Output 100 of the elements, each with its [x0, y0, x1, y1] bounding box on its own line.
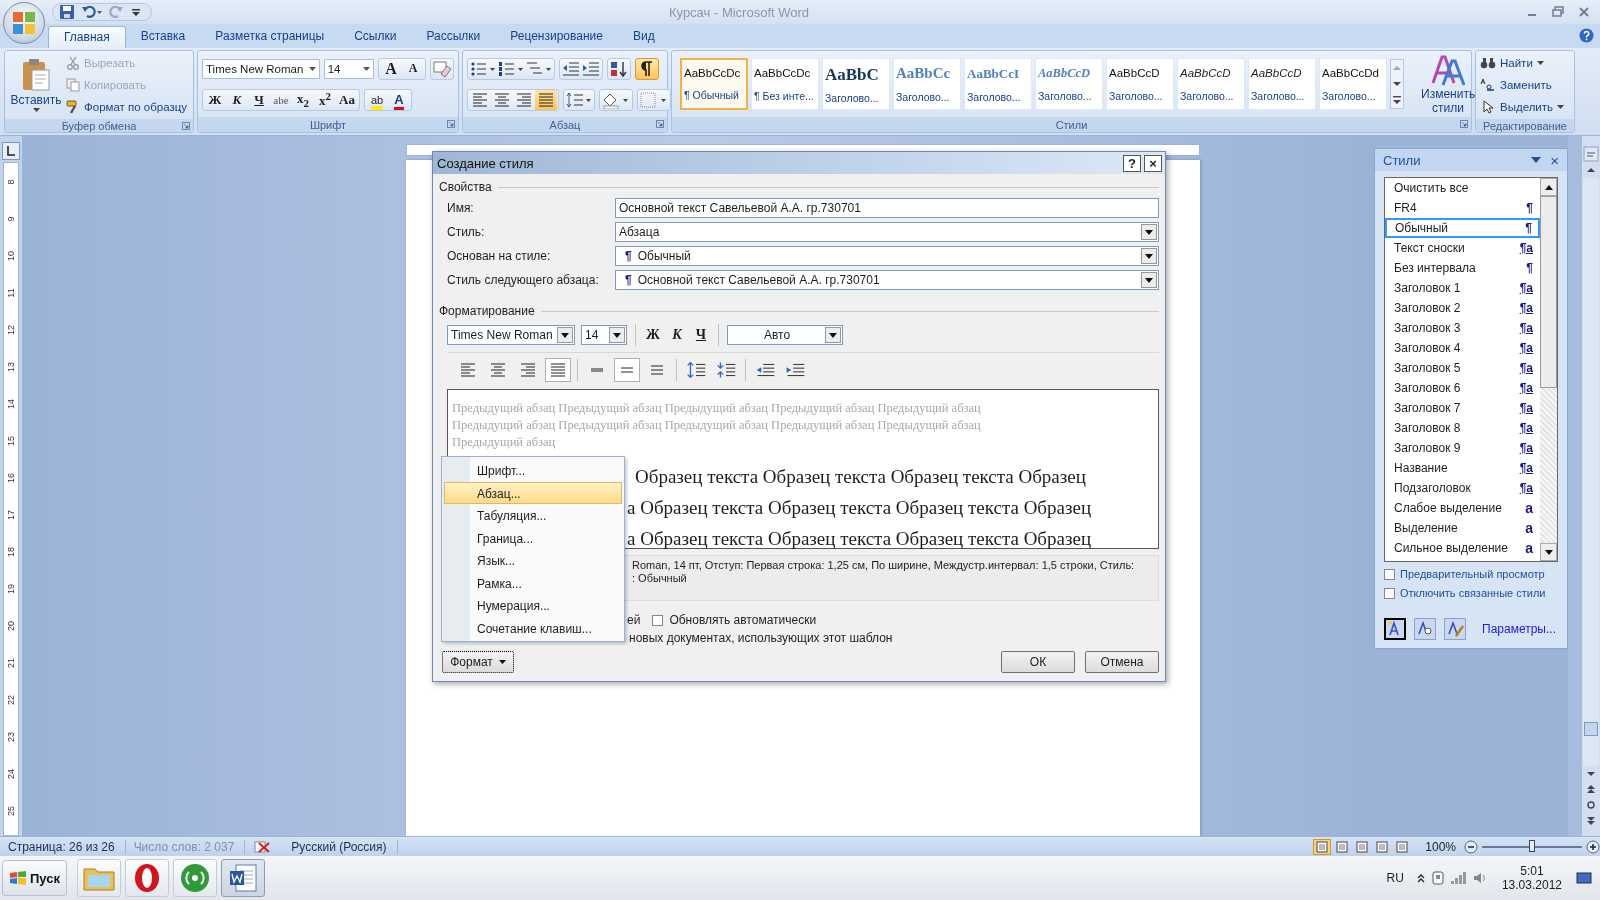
- view-button[interactable]: [1313, 838, 1332, 855]
- ok-button[interactable]: ОК: [1001, 651, 1075, 673]
- menu-item[interactable]: Нумерация...: [444, 594, 622, 617]
- menu-item[interactable]: Шрифт...: [444, 459, 622, 482]
- style-item[interactable]: Текст сноски ¶a: [1385, 238, 1540, 258]
- eraser-icon[interactable]: [432, 59, 452, 78]
- quick-style[interactable]: AaBbCcD Заголово...: [1248, 58, 1316, 110]
- checkbox[interactable]: [1384, 568, 1395, 580]
- format-button[interactable]: x$^{2}$: [314, 89, 336, 110]
- zoom-slider-thumb[interactable]: [1529, 839, 1535, 852]
- new-style-icon[interactable]: [1384, 618, 1406, 640]
- increase-indent-icon[interactable]: [581, 59, 601, 78]
- style-item[interactable]: Без интервала ¶: [1385, 258, 1540, 278]
- close-button[interactable]: ×: [1144, 154, 1162, 172]
- font-name-combo[interactable]: Times New Roman: [202, 58, 320, 79]
- ring-app-button[interactable]: [125, 859, 169, 897]
- format-button[interactable]: abe: [270, 93, 292, 106]
- font-name-dropdown[interactable]: Times New Roman: [447, 325, 575, 345]
- style-item[interactable]: Слабое выделение a: [1385, 498, 1540, 518]
- spelling-icon[interactable]: [253, 839, 272, 854]
- style-dropdown[interactable]: Абзаца: [615, 222, 1159, 242]
- scroll-down-icon[interactable]: [1544, 549, 1553, 555]
- change-styles-button[interactable]: Изменить стили: [1421, 53, 1476, 115]
- editing-command[interactable]: Выделить: [1480, 97, 1570, 117]
- dialog-launcher-icon[interactable]: [182, 122, 190, 130]
- dialog-launcher-icon[interactable]: [1460, 120, 1468, 128]
- show-marks-button[interactable]: [635, 57, 659, 80]
- menu-item[interactable]: Язык...: [444, 549, 622, 572]
- menu-item[interactable]: Абзац...: [444, 481, 622, 504]
- style-item[interactable]: Выделение a: [1385, 518, 1540, 538]
- zoom-out-icon[interactable]: [1464, 839, 1478, 854]
- highlight-button[interactable]: ab: [366, 91, 388, 108]
- chevron-icon[interactable]: [1415, 872, 1426, 884]
- ruler-toggle-icon[interactable]: [1583, 146, 1599, 162]
- clock-time[interactable]: 5:01: [1520, 864, 1544, 878]
- quick-style[interactable]: AaBbCcDc ¶ Без инте...: [751, 58, 819, 110]
- checkbox[interactable]: [652, 614, 664, 626]
- style-item[interactable]: Заголовок 8 ¶a: [1385, 418, 1540, 438]
- quick-style[interactable]: AaBbCc Заголово...: [893, 58, 961, 110]
- quick-style[interactable]: AaBbC Заголово...: [822, 58, 890, 110]
- paste-button[interactable]: Вставить: [9, 58, 63, 112]
- ribbon-tab[interactable]: Ссылки: [339, 26, 412, 47]
- menu-item[interactable]: Рамка...: [444, 571, 622, 594]
- zoom-level[interactable]: 100%: [1425, 839, 1456, 854]
- format-button[interactable]: x$_{2}$: [292, 90, 314, 109]
- quick-style[interactable]: AaBbCcDc ¶ Обычный: [680, 58, 748, 110]
- name-field[interactable]: Основной текст Савельевой А.А. гр.730701: [615, 198, 1159, 218]
- checkbox[interactable]: [1384, 587, 1395, 599]
- clock-date[interactable]: 13.03.2012: [1501, 878, 1562, 892]
- format-dropdown-button[interactable]: Формат: [442, 651, 514, 673]
- volume-icon[interactable]: [1471, 871, 1488, 885]
- close-icon[interactable]: [1578, 6, 1590, 18]
- quick-style[interactable]: AaBbCcI Заголово...: [964, 58, 1032, 110]
- style-item[interactable]: Заголовок 2 ¶a: [1385, 298, 1540, 318]
- dialog-launcher-icon[interactable]: [656, 120, 664, 128]
- zoom-in-icon[interactable]: [1586, 839, 1600, 854]
- scroll-thumb[interactable]: [1584, 722, 1598, 736]
- clipboard-command[interactable]: Формат по образцу: [66, 97, 188, 117]
- sort-icon[interactable]: [609, 59, 629, 78]
- style-inspector-icon[interactable]: [1414, 618, 1436, 640]
- font-color-dropdown[interactable]: Авто: [727, 325, 843, 345]
- help-button[interactable]: ?: [1123, 154, 1141, 172]
- format-button[interactable]: Aa: [336, 91, 358, 108]
- quick-style[interactable]: AaBbCcD Заголово...: [1177, 58, 1245, 110]
- cancel-button[interactable]: Отмена: [1085, 651, 1159, 673]
- style-dropdown[interactable]: ¶ Основной текст Савельевой А.А. гр.730701: [615, 270, 1159, 290]
- quick-style[interactable]: AaBbCcD Заголово...: [1035, 58, 1103, 110]
- editing-command[interactable]: Найти: [1480, 53, 1570, 73]
- line-spacing-button[interactable]: [614, 358, 640, 382]
- ribbon-tab[interactable]: Вставка: [125, 26, 201, 47]
- format-button[interactable]: Ч: [248, 91, 270, 108]
- font-size-combo[interactable]: 14: [323, 58, 374, 79]
- help-icon[interactable]: [1579, 28, 1594, 43]
- format-button[interactable]: Ч: [692, 327, 710, 343]
- manage-styles-icon[interactable]: [1444, 618, 1466, 640]
- folder-app-button[interactable]: [77, 859, 121, 897]
- menu-item[interactable]: Табуляция...: [444, 504, 622, 527]
- editing-command[interactable]: Заменить: [1480, 75, 1570, 95]
- page-count[interactable]: Страница: 26 из 26: [0, 839, 126, 854]
- decrease-indent-icon[interactable]: [561, 59, 581, 78]
- style-item[interactable]: Сильное выделение a: [1385, 538, 1540, 558]
- line-spacing-icon[interactable]: [565, 90, 593, 109]
- font-size-dropdown[interactable]: 14: [581, 325, 627, 345]
- format-button[interactable]: К: [226, 91, 248, 108]
- style-item[interactable]: Заголовок 5 ¶a: [1385, 358, 1540, 378]
- shrink-font-button[interactable]: A: [402, 61, 424, 76]
- format-button[interactable]: Ж: [644, 327, 662, 343]
- style-item[interactable]: Заголовок 6 ¶a: [1385, 378, 1540, 398]
- grow-font-button[interactable]: A: [380, 59, 402, 78]
- ribbon-tab[interactable]: Рецензирование: [495, 26, 618, 47]
- dialog-launcher-icon[interactable]: [447, 120, 455, 128]
- menu-item[interactable]: Граница...: [444, 526, 622, 549]
- restore-icon[interactable]: [1552, 6, 1564, 18]
- options-link[interactable]: Параметры...: [1482, 622, 1556, 636]
- ribbon-tab[interactable]: Главная: [48, 26, 126, 48]
- style-item[interactable]: Заголовок 7 ¶a: [1385, 398, 1540, 418]
- style-item[interactable]: Заголовок 9 ¶a: [1385, 438, 1540, 458]
- style-item[interactable]: Обычный ¶: [1385, 218, 1540, 238]
- format-button[interactable]: Ж: [204, 91, 226, 108]
- save-icon[interactable]: [59, 4, 75, 20]
